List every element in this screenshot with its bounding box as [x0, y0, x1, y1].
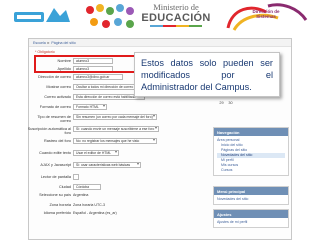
- ministry-title: Ministerio de EDUCACIÓN: [140, 2, 212, 28]
- calendar-day[interactable]: 29: [217, 101, 226, 105]
- form-row-rastreo: Rastreo del foro No: no registrar los me…: [33, 138, 183, 146]
- breadcrumb: Escuela ► Página del sitio: [29, 39, 291, 47]
- ministry-color-rule: [150, 25, 202, 28]
- field-label: Tipo de resumen de correo: [37, 115, 71, 123]
- required-note: * Obligatorio: [35, 50, 55, 54]
- right-logo-text: Dirección de Sistemas: [252, 9, 280, 19]
- email-input[interactable]: alumno3@dino.gob.ar: [73, 74, 123, 80]
- resumen-correo-select[interactable]: Sin resumen (un correo por cada mensaje …: [73, 114, 157, 120]
- form-row-suscripcion: Suscripción automática al foro Sí: cuand…: [28, 126, 183, 135]
- form-row-idioma: Idioma preferido Español - Argentina (es…: [33, 210, 183, 218]
- formato-correo-select[interactable]: Formato HTML: [73, 104, 107, 110]
- editor-select[interactable]: Usar el editor de HTML: [73, 150, 119, 156]
- nav-item-cursos[interactable]: Cursos: [217, 168, 285, 173]
- field-label: Zona horaria: [49, 203, 71, 207]
- rastreo-select[interactable]: No: no registrar los mensajes que he vis…: [73, 138, 157, 144]
- breadcrumb-home-link[interactable]: Escuela: [33, 41, 46, 45]
- field-label: Suscripción automática al foro: [27, 127, 71, 135]
- form-row-editor: Cuando edite texto Usar el editor de HTM…: [33, 150, 183, 158]
- page-header: Ministerio de EDUCACIÓN Dirección de Sis…: [0, 0, 320, 34]
- breadcrumb-current[interactable]: Página del sitio: [51, 41, 75, 45]
- form-row-zona-horaria: Zona horaria Zona horaria UTC-3: [33, 202, 183, 210]
- main-menu-block-body: Novedades del sitio: [214, 195, 288, 204]
- field-label: Mostrar correo: [46, 85, 71, 89]
- field-label: Idioma preferido: [43, 211, 71, 215]
- field-label: Seleccione su país: [39, 193, 71, 197]
- ministry-title-line2: EDUCACIÓN: [141, 12, 211, 25]
- form-row-formato-correo: Formato de correo Formato HTML: [33, 104, 183, 112]
- field-label: Ciudad: [58, 185, 71, 189]
- navigation-block-body: Área personal Inicio del sitio Páginas d…: [214, 136, 288, 175]
- form-row-ciudad: Ciudad Córdoba: [33, 184, 183, 192]
- argentina-logo: [14, 8, 70, 22]
- field-label: Lector de pantalla: [40, 175, 71, 179]
- form-row-lector-pantalla: Lector de pantalla: [33, 174, 183, 182]
- field-label: Dirección de correo: [38, 75, 71, 79]
- field-label: Formato de correo: [39, 105, 71, 109]
- zona-horaria-value: Zona horaria UTC-3: [73, 203, 105, 207]
- colorful-letters-logo: [86, 4, 134, 28]
- settings-block: Ajustes Ajustes de mi perfil: [213, 209, 289, 228]
- pais-value: Argentina: [73, 193, 89, 197]
- settings-item-perfil[interactable]: Ajustes de mi perfil: [217, 220, 285, 225]
- calendar-week-5: 29 30: [217, 101, 283, 107]
- idioma-value: Español - Argentina (es_ar): [73, 211, 117, 215]
- settings-block-body: Ajustes de mi perfil: [214, 218, 288, 227]
- form-row-pais: Seleccione su país Argentina: [33, 192, 183, 200]
- settings-block-title: Ajustes: [214, 210, 288, 218]
- field-label: Cuando edite texto: [39, 151, 71, 155]
- suscripcion-select[interactable]: Sí: cuando envíe un mensaje suscribirme …: [73, 126, 159, 132]
- form-row-resumen-correo: Tipo de resumen de correo Sin resumen (u…: [33, 114, 183, 123]
- main-menu-block-title: Menú principal: [214, 187, 288, 195]
- admin-only-callout: Estos datos solo pueden ser modificados …: [134, 52, 280, 97]
- ciudad-input[interactable]: Córdoba: [73, 184, 101, 190]
- navigation-block-title: Navegación: [214, 128, 288, 136]
- navigation-block: Navegación Área personal Inicio del siti…: [213, 127, 289, 176]
- form-row-ajax: AJAX y Javascript Sí: usar característic…: [33, 162, 183, 170]
- main-menu-item-novedades[interactable]: Novedades del sitio: [217, 197, 285, 202]
- lector-pantalla-checkbox[interactable]: [73, 174, 79, 180]
- field-label: AJAX y Javascript: [40, 163, 71, 167]
- ajax-select[interactable]: Sí: usar características web básicas: [73, 162, 141, 168]
- field-label: Correo activado: [44, 95, 71, 99]
- ministry-title-line1: Ministerio de: [153, 2, 199, 12]
- calendar-day[interactable]: 30: [226, 101, 235, 105]
- main-menu-block: Menú principal Novedades del sitio: [213, 186, 289, 205]
- field-label: Rastreo del foro: [43, 139, 71, 143]
